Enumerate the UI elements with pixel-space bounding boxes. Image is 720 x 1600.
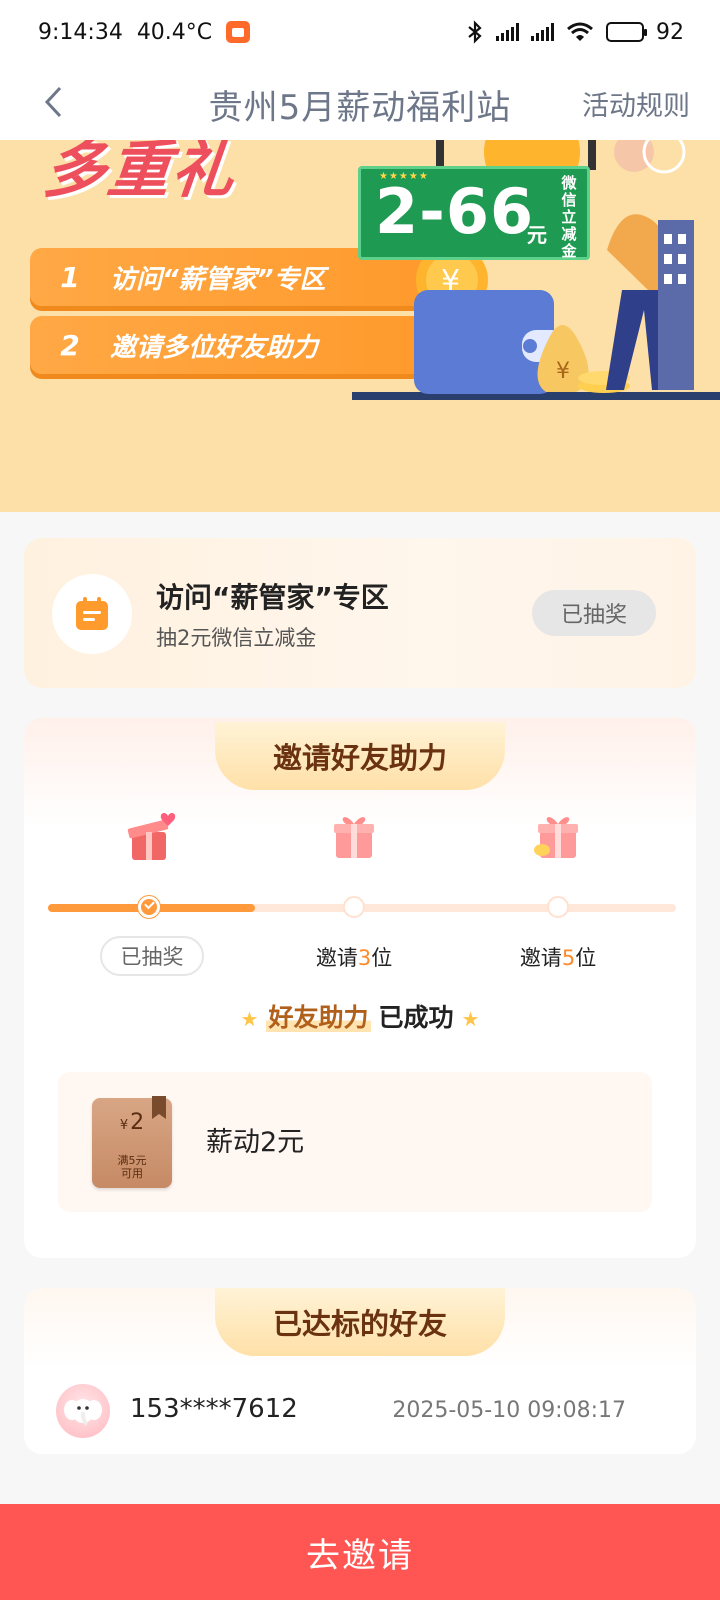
go-invite-button[interactable]: 去邀请 — [0, 1504, 720, 1600]
visit-task-subtitle: 抽2元微信立减金 — [156, 626, 317, 650]
coupon-ticket: ¥2 满5元 可用 — [92, 1096, 172, 1188]
signal-1-icon — [496, 23, 519, 41]
star-left-icon: ★ — [240, 1007, 259, 1031]
battery-icon — [606, 22, 647, 42]
elephant-avatar-icon — [64, 1399, 102, 1426]
visit-task-title: 访问“薪管家”专区 — [156, 581, 389, 614]
screen-record-icon — [226, 21, 251, 43]
gift-box-coins-icon — [534, 817, 578, 858]
step-3-count: 5 — [561, 946, 576, 970]
banner-step-number: 2 — [60, 328, 80, 362]
status-temperature: 40.4°C — [136, 19, 213, 45]
status-time: 9:14:34 — [38, 19, 123, 45]
coupon-unit: 元 — [527, 223, 547, 247]
banner-headline: 多重礼 — [40, 140, 240, 206]
ticket-condition-line1: 满5元 — [117, 1154, 147, 1167]
gift-box-icon — [334, 817, 374, 858]
ticket-value: 2 — [130, 1110, 145, 1135]
status-left: 9:14:34 40.4°C — [38, 19, 251, 45]
avatar — [56, 1384, 110, 1438]
step-2-count: 3 — [357, 946, 372, 970]
svg-text:¥: ¥ — [556, 359, 570, 384]
ticket-amount: ¥2 — [92, 1110, 172, 1135]
signal-2-icon — [531, 23, 554, 41]
progress-node-1 — [138, 896, 160, 918]
calendar-icon-wrap — [52, 574, 132, 654]
coupon-side-label: 微信立减金 — [561, 174, 577, 260]
invite-section-title: 邀请好友助力 — [215, 722, 505, 790]
promo-banner: 多重礼 1 访问“薪管家”专区 2 邀请多位好友助力 ¥ ¥ ★★★★★ 2-6… — [0, 140, 720, 512]
step-3-label: 邀请5位 — [488, 942, 628, 972]
calendar-icon — [76, 597, 108, 630]
assist-success-highlight: 好友助力 — [266, 1003, 371, 1032]
coupon-amount: 2-66 — [375, 175, 535, 248]
invite-friends-card: 邀请好友助力 已抽奖 邀请3位 邀请5位 ★ 好友助力 已成功 ★ ¥2 满5元 可用 — [24, 718, 696, 1258]
ticket-condition: 满5元 可用 — [92, 1154, 172, 1180]
battery-percent: 92 — [656, 19, 684, 45]
ticket-currency: ¥ — [119, 1118, 129, 1133]
visit-drawn-status-button[interactable]: 已抽奖 — [532, 590, 656, 636]
step-3-suffix: 位 — [575, 946, 597, 970]
progress-node-3 — [547, 896, 569, 918]
ticket-condition-line2: 可用 — [121, 1167, 143, 1180]
coupon-sign: ★★★★★ 2-66 元 微信立减金 — [358, 166, 590, 260]
gift-box-open-icon — [127, 813, 176, 860]
qualified-friends-card: 已达标的好友 153****7612 2025-05-10 09:08:17 — [24, 1288, 696, 1454]
progress-node-2 — [343, 896, 365, 918]
bluetooth-icon — [468, 20, 482, 44]
status-bar: 9:14:34 40.4°C 92 — [0, 0, 720, 64]
friends-section-title: 已达标的好友 — [215, 1288, 505, 1356]
assist-success-text: 已成功 — [378, 1003, 454, 1032]
friend-time: 2025-05-10 09:08:17 — [392, 1398, 626, 1423]
step-2-prefix: 邀请 — [315, 946, 358, 970]
friend-row: 153****7612 2025-05-10 09:08:17 — [56, 1384, 666, 1444]
reward-name: 薪动2元 — [206, 1127, 305, 1158]
wifi-icon — [567, 22, 593, 41]
reward-box: ¥2 满5元 可用 薪动2元 — [58, 1072, 652, 1212]
friend-phone: 153****7612 — [130, 1394, 298, 1424]
banner-step-text: 访问“薪管家”专区 — [110, 264, 326, 295]
step-2-label: 邀请3位 — [284, 942, 424, 972]
activity-rules-link[interactable]: 活动规则 — [582, 84, 690, 123]
assist-success-row: ★ 好友助力 已成功 ★ — [24, 998, 696, 1034]
step-2-suffix: 位 — [371, 946, 393, 970]
step-3-prefix: 邀请 — [519, 946, 562, 970]
banner-step-number: 1 — [60, 260, 80, 294]
star-right-icon: ★ — [461, 1007, 480, 1031]
step-1-drawn-button[interactable]: 已抽奖 — [100, 936, 204, 976]
title-bar: 贵州5月薪动福利站 活动规则 — [0, 64, 720, 140]
status-right: 92 — [466, 20, 684, 45]
visit-task-card[interactable]: 访问“薪管家”专区 抽2元微信立减金 已抽奖 — [24, 538, 696, 688]
banner-step-text: 邀请多位好友助力 — [110, 332, 319, 363]
